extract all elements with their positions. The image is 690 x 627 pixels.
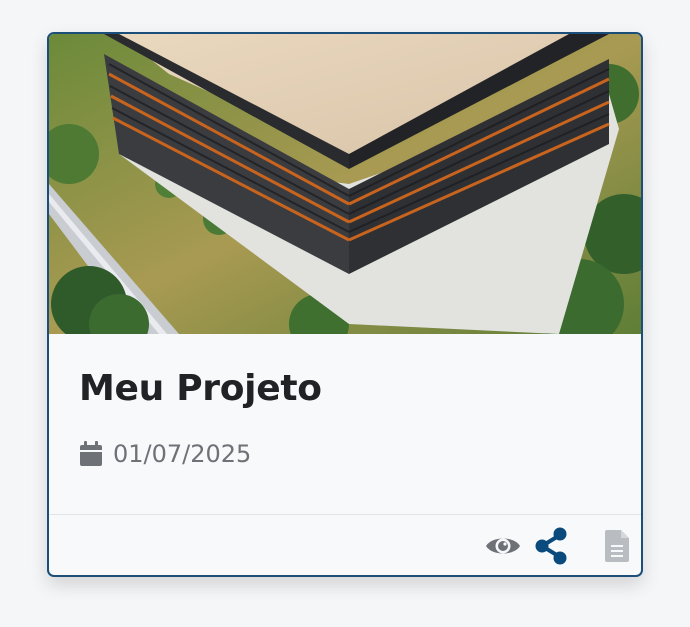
card-body: Meu Projeto 01/07/2025	[49, 334, 641, 514]
document-button[interactable]	[597, 528, 637, 568]
share-button[interactable]	[531, 527, 571, 569]
eye-icon	[485, 534, 521, 562]
card-actions	[49, 515, 641, 575]
project-card[interactable]: Meu Projeto 01/07/2025	[47, 32, 643, 577]
project-date-row: 01/07/2025	[79, 440, 251, 468]
document-icon	[604, 530, 630, 566]
calendar-icon	[79, 441, 103, 467]
project-date: 01/07/2025	[113, 440, 252, 468]
project-title[interactable]: Meu Projeto	[79, 368, 322, 409]
view-button[interactable]	[483, 528, 523, 568]
project-cover-image	[49, 34, 641, 334]
share-icon	[533, 527, 569, 569]
